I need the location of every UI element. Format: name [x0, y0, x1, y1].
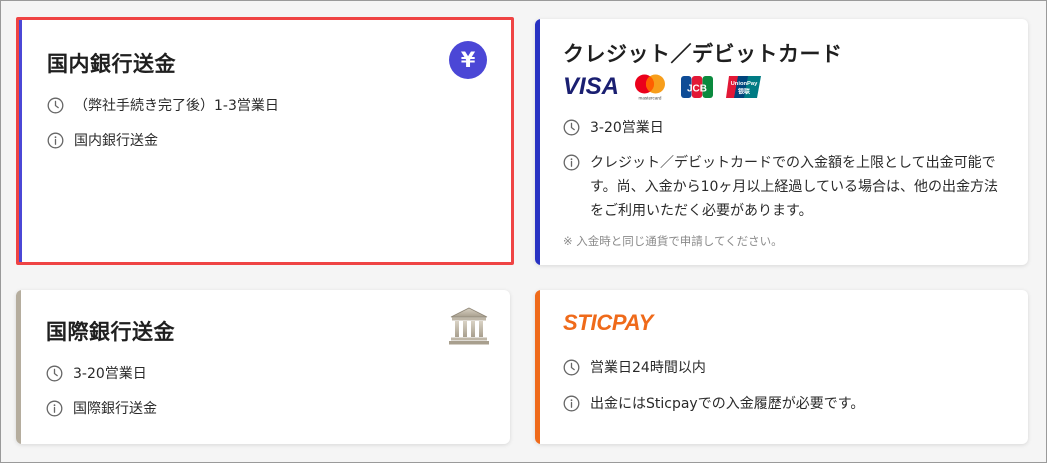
info-text: クレジット／デビットカードでの入金額を上限として出金可能です。尚、入金から10ヶ… [590, 155, 998, 219]
info-text: 国際銀行送金 [73, 401, 157, 417]
processing-time-text: （弊社手続き完了後）1-3営業日 [74, 98, 279, 114]
international-transfer-card[interactable]: 国際銀行送金 3-20営業日 国際銀行送金 [16, 290, 510, 444]
currency-note: ※ 入金時と同じ通貨で申請してください。 [563, 234, 783, 248]
processing-time-text: 3-20営業日 [73, 366, 147, 382]
svg-text:银联: 银联 [738, 88, 750, 96]
mastercard-logo: mastercard [635, 74, 666, 101]
card-accent-bar [16, 290, 21, 444]
svg-text:JCB: JCB [687, 84, 707, 95]
yen-icon: ¥ [449, 41, 487, 79]
info-icon [46, 400, 63, 417]
visa-logo: VISA [563, 73, 620, 100]
clock-icon [563, 119, 580, 136]
clock-icon [47, 97, 64, 114]
card-brand-logos: VISA mastercard JCB UnionPay 银联 [563, 73, 763, 101]
card-title: クレジット／デビットカード [563, 42, 843, 66]
sticpay-card[interactable]: STICPAY 営業日24時間以内 出金にはSticpayでの入金履歴が必要です… [535, 290, 1028, 444]
info-row: クレジット／デビットカードでの入金額を上限として出金可能です。尚、入金から10ヶ… [563, 151, 1008, 223]
clock-icon [563, 359, 580, 376]
processing-time-text: 営業日24時間以内 [590, 360, 706, 376]
processing-time-row: 3-20営業日 [563, 116, 1008, 140]
info-row: 国際銀行送金 [46, 397, 486, 421]
card-title: 国内銀行送金 [47, 52, 176, 76]
credit-debit-card[interactable]: クレジット／デビットカード VISA mastercard JCB UnionP… [535, 19, 1028, 265]
domestic-transfer-card[interactable]: 国内銀行送金 ¥ （弊社手続き完了後）1-3営業日 国内銀行送金 [16, 17, 514, 265]
jcb-logo: JCB [681, 76, 714, 98]
info-icon [563, 395, 580, 412]
unionpay-logo: UnionPay 银联 [726, 76, 762, 98]
info-icon [47, 132, 64, 149]
processing-time-row: 3-20営業日 [46, 362, 486, 386]
info-text: 国内銀行送金 [74, 133, 158, 149]
card-accent-bar [535, 290, 540, 444]
svg-text:UnionPay: UnionPay [731, 81, 759, 87]
processing-time-text: 3-20営業日 [590, 120, 664, 136]
card-accent-bar [535, 19, 540, 265]
info-row: 出金にはSticpayでの入金履歴が必要です。 [563, 392, 1003, 416]
info-text: 出金にはSticpayでの入金履歴が必要です。 [590, 396, 865, 412]
processing-time-row: （弊社手続き完了後）1-3営業日 [47, 94, 487, 118]
card-accent-bar [19, 20, 22, 262]
bank-icon [449, 307, 489, 345]
processing-time-row: 営業日24時間以内 [563, 356, 1003, 380]
sticpay-logo: STICPAY [563, 310, 653, 335]
info-icon [563, 154, 580, 171]
card-title: 国際銀行送金 [46, 320, 175, 344]
clock-icon [46, 365, 63, 382]
svg-text:mastercard: mastercard [639, 96, 662, 101]
info-row: 国内銀行送金 [47, 129, 487, 153]
